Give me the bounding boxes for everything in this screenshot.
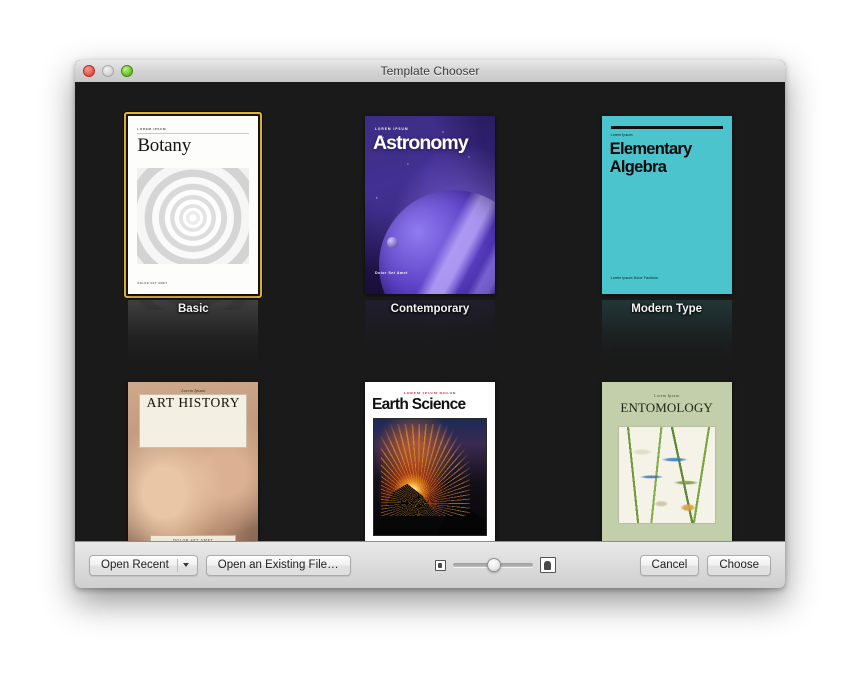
template-label-area: Contemporary [355,300,505,362]
cover-kicker: LOREM IPSUM [375,127,409,131]
template-item-basic[interactable]: LOREM IPSUM Botany DOLOR SET AMET [118,112,268,362]
open-existing-file-button[interactable]: Open an Existing File… [206,555,351,576]
window-title: Template Chooser [75,64,785,78]
dragonfly-illustration-plate [618,426,716,524]
cancel-button[interactable]: Cancel [640,555,700,576]
cover-kicker: LOREM IPSUM DOLOR [365,391,495,395]
cover-rule [137,133,249,134]
open-existing-file-label: Open an Existing File… [218,559,339,571]
template-item-modern-type[interactable]: Lorem Ipsum Elementary Algebra Lorem Ips… [592,112,742,362]
cover-title: ART HISTORY [128,395,258,410]
template-name-basic: Basic [118,303,268,315]
template-label-area: Modern Type [592,300,742,362]
dialog-toolbar: Open Recent Open an Existing File… Cance… [75,541,785,588]
template-item-classic[interactable]: Lorem Ipsum ART HISTORY DOLOR SET AMET C… [118,378,268,541]
cover-art-entomology: Lorem Ipsum ENTOMOLOGY SUSPENDISSE POTEN… [602,382,732,541]
toolbar-right-group: Cancel Choose [640,555,771,576]
cover-kicker: Lorem Ipsum [602,394,732,398]
cover-title: ENTOMOLOGY [602,400,732,416]
lava-spray [381,424,471,517]
template-thumbnail-editorial[interactable]: LOREM IPSUM DOLOR Earth Science Suspendi… [361,378,499,541]
cover-title: Astronomy [373,132,491,155]
cancel-label: Cancel [652,559,688,571]
large-thumbnail-icon[interactable] [540,557,556,573]
thumbnail-size-control [351,557,640,573]
cover-footer: DOLOR SET AMET [137,282,167,285]
template-thumbnail-classic[interactable]: Lorem Ipsum ART HISTORY DOLOR SET AMET [124,378,262,541]
template-item-contemporary[interactable]: LOREM IPSUM Astronomy Dolor Set Amet Con… [355,112,505,362]
template-name-contemporary: Contemporary [355,303,505,315]
cover-kicker: LOREM IPSUM [137,127,166,131]
cover-art-botany: LOREM IPSUM Botany DOLOR SET AMET [128,116,258,294]
cover-kicker: Lorem Ipsum [128,388,258,393]
template-name-modern-type: Modern Type [592,303,742,315]
small-thumbnail-icon[interactable] [435,560,446,571]
template-thumbnail-modern-type[interactable]: Lorem Ipsum Elementary Algebra Lorem Ips… [598,112,736,298]
button-divider [177,559,178,572]
thumbnail-size-slider[interactable] [453,558,533,572]
volcano-eruption-photo [373,418,487,536]
choose-button[interactable]: Choose [707,555,771,576]
chevron-down-icon [183,563,189,567]
open-recent-button[interactable]: Open Recent [89,555,198,576]
template-item-editorial[interactable]: LOREM IPSUM DOLOR Earth Science Suspendi… [355,378,505,541]
cover-art-elementary-algebra: Lorem Ipsum Elementary Algebra Lorem Ips… [602,116,732,294]
window-titlebar: Template Chooser [75,60,785,83]
minimize-button[interactable] [102,65,114,77]
template-label-area: Basic [118,300,268,362]
dahlia-flower-photo [137,168,249,264]
close-button[interactable] [83,65,95,77]
template-gallery[interactable]: LOREM IPSUM Botany DOLOR SET AMET [75,82,785,541]
zoom-button[interactable] [121,65,133,77]
cover-title: Botany [137,135,191,157]
open-recent-label: Open Recent [101,559,177,571]
cover-title: Elementary Algebra [610,140,726,177]
cover-footer: Dolor Set Amet [375,271,408,275]
toolbar-left-group: Open Recent Open an Existing File… [89,555,351,576]
cover-kicker: Lorem Ipsum [611,133,633,137]
cover-rule [611,126,723,129]
template-thumbnail-basic[interactable]: LOREM IPSUM Botany DOLOR SET AMET [124,112,262,298]
cover-footer: Lorem Ipsum Dolor Facilisis [611,276,658,280]
template-grid: LOREM IPSUM Botany DOLOR SET AMET [75,82,785,541]
cover-art-art-history: Lorem Ipsum ART HISTORY DOLOR SET AMET [128,382,258,541]
choose-label: Choose [719,559,759,571]
moon-graphic [387,237,398,248]
template-thumbnail-contemporary[interactable]: LOREM IPSUM Astronomy Dolor Set Amet [361,112,499,298]
slider-knob[interactable] [487,558,501,572]
template-chooser-window: Template Chooser LOREM IPSUM Botany DOLO… [75,60,785,588]
template-item-craft[interactable]: Lorem Ipsum ENTOMOLOGY SUSPENDISSE POTEN… [592,378,742,541]
template-thumbnail-craft[interactable]: Lorem Ipsum ENTOMOLOGY SUSPENDISSE POTEN… [598,378,736,541]
window-controls [83,65,133,77]
cover-art-astronomy: LOREM IPSUM Astronomy Dolor Set Amet [365,116,495,294]
cover-art-earth-science: LOREM IPSUM DOLOR Earth Science Suspendi… [365,382,495,541]
cover-title: Earth Science [372,396,488,414]
